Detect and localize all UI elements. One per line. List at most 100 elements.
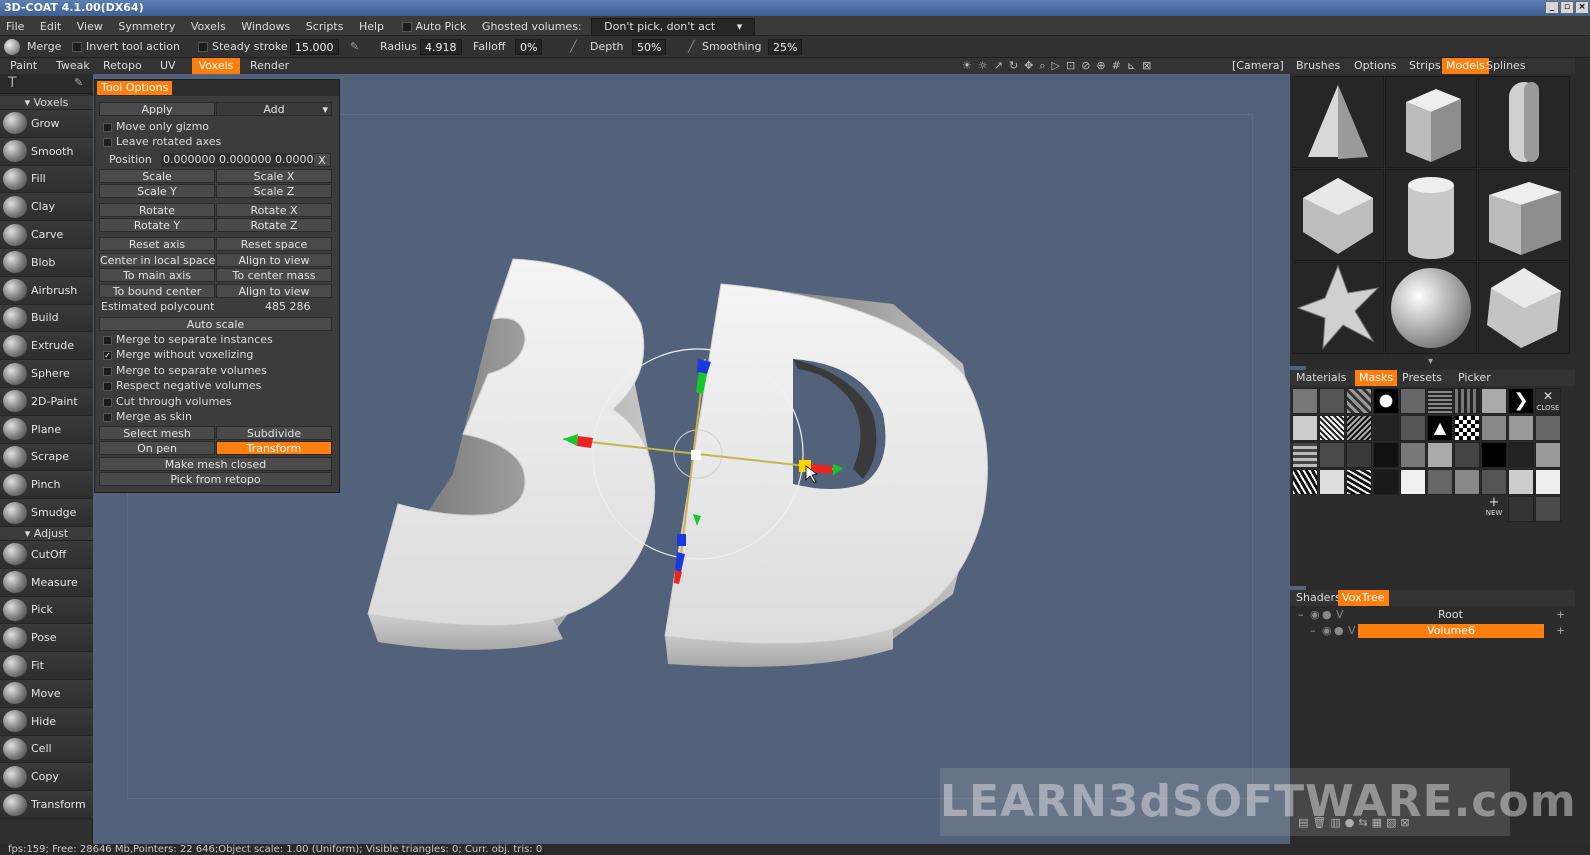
auto-pick-toggle[interactable]: Auto Pick [394,17,473,37]
checkbox[interactable] [103,366,112,376]
tab-voxels[interactable]: Voxels [192,58,240,74]
position-field[interactable]: 0.000000 0.000000 0.000000 [161,153,327,167]
mask-swatch[interactable] [1292,388,1318,414]
mask-swatch[interactable] [1319,415,1345,441]
merge-icon[interactable] [4,39,20,55]
subdivide-button[interactable]: Subdivide [216,426,332,440]
cut-through-volumes-toggle[interactable]: Cut through volumes [103,395,232,409]
menu-symmetry[interactable]: Symmetry [112,17,181,37]
tool-cutoff[interactable]: CutOff [0,540,93,569]
mask-swatch[interactable] [1400,469,1426,495]
transform-button[interactable]: Transform [216,441,332,455]
mask-swatch[interactable] [1292,415,1318,441]
pick-from-retopo-button[interactable]: Pick from retopo [99,472,332,486]
mask-swatch[interactable] [1454,415,1480,441]
triangle-mask-icon[interactable]: ▲ [1427,415,1453,441]
tool-copy[interactable]: Copy [0,763,93,792]
leave-rotated-axes-toggle[interactable]: Leave rotated axes [103,135,221,149]
tab-tweak[interactable]: Tweak [50,58,96,74]
tool-pose[interactable]: Pose [0,624,93,653]
maximize-icon[interactable]: ▫ [1560,1,1574,14]
mask-swatch[interactable] [1454,469,1480,495]
mask-swatch[interactable] [1400,442,1426,468]
tool-build[interactable]: Build [0,304,93,333]
ghosted-volumes-select[interactable]: Don't pick, don't act ▾ [591,18,756,36]
tab-voxtree[interactable]: VoxTree [1338,590,1389,606]
checkbox[interactable] [103,381,112,391]
voxtree-root-row[interactable]: – ◉ ● V Root + [1298,608,1568,622]
auto-scale-button[interactable]: Auto scale [99,317,332,331]
checkmark-icon[interactable]: ✓ [103,350,112,360]
mask-swatch[interactable] [1454,442,1480,468]
model-cylinder[interactable] [1385,169,1477,261]
ghost-icon[interactable]: ● [1334,624,1344,638]
tab-brushes[interactable]: Brushes [1292,58,1344,74]
invert-checkbox[interactable] [72,42,82,52]
menu-edit[interactable]: Edit [34,17,67,37]
menu-voxels[interactable]: Voxels [185,17,232,37]
voxtree-volume-row[interactable]: – ◉ ● V Volume6 + [1310,624,1568,638]
to-center-mass-button[interactable]: To center mass [216,268,332,282]
mask-swatch[interactable] [1373,388,1399,414]
mask-swatch[interactable] [1346,388,1372,414]
invert-tool-toggle[interactable]: Invert tool action [72,36,180,58]
tab-paint[interactable]: Paint [4,58,43,74]
mask-swatch[interactable] [1535,469,1561,495]
radius-value[interactable]: 4.918 [420,39,462,55]
checkbox[interactable] [103,412,112,422]
depth-pen-icon[interactable]: ╱ [570,36,577,58]
tool-blob[interactable]: Blob [0,248,93,277]
menu-view[interactable]: View [71,17,109,37]
tool-clay[interactable]: Clay [0,193,93,222]
mask-swatch[interactable] [1427,388,1453,414]
tab-picker[interactable]: Picker [1454,370,1495,386]
mask-swatch[interactable] [1481,388,1507,414]
mask-swatch[interactable] [1373,469,1399,495]
mask-swatch[interactable] [1508,469,1534,495]
on-pen-button[interactable]: On pen [99,441,215,455]
tab-shaders[interactable]: Shaders [1292,590,1345,606]
tab-options[interactable]: Options [1350,58,1400,74]
steady-stroke-value[interactable]: 15.000 [290,39,339,55]
tool-fill[interactable]: Fill [0,165,93,194]
merge-as-skin-toggle[interactable]: Merge as skin [103,410,192,424]
tool-cell[interactable]: Cell [0,735,93,764]
mask-swatch[interactable] [1346,469,1372,495]
mask-swatch[interactable] [1292,442,1318,468]
tool-fit[interactable]: Fit [0,652,93,680]
voxels-section-header[interactable]: ▾ Voxels [0,96,93,110]
add-layer-icon[interactable]: + [1556,624,1565,638]
mask-swatch[interactable] [1481,469,1507,495]
merge-separate-instances-toggle[interactable]: Merge to separate instances [103,333,273,347]
checkbox[interactable] [103,137,112,147]
depth-value[interactable]: 50% [632,39,667,55]
make-mesh-closed-button[interactable]: Make mesh closed [99,457,332,471]
mask-swatch[interactable] [1427,442,1453,468]
steady-checkbox[interactable] [198,42,208,52]
chevron-down-icon[interactable]: ▾ [1428,356,1433,367]
tool-extrude[interactable]: Extrude [0,332,93,361]
mask-swatch[interactable] [1319,442,1345,468]
tool-airbrush[interactable]: Airbrush [0,276,93,305]
center-local-space-button[interactable]: Center in local space [99,253,215,267]
model-dodecahedron[interactable] [1292,169,1384,261]
mask-swatch[interactable] [1319,469,1345,495]
mask-swatch[interactable] [1508,496,1534,522]
checkbox[interactable] [103,397,112,407]
checkbox[interactable] [103,122,112,132]
checkbox[interactable] [103,335,112,345]
mask-swatch[interactable] [1292,469,1318,495]
tool-smudge[interactable]: Smudge [0,499,93,527]
adjust-section-header[interactable]: ▾ Adjust [0,526,93,541]
falloff-value[interactable]: 0% [515,39,543,55]
add-select[interactable]: Add ▾ [216,102,332,116]
tab-presets[interactable]: Presets [1398,370,1446,386]
tool-move[interactable]: Move [0,679,93,708]
menu-help[interactable]: Help [353,17,390,37]
tool-measure[interactable]: Measure [0,568,93,597]
mask-swatch[interactable] [1508,442,1534,468]
tab-retopo[interactable]: Retopo [97,58,148,74]
eye-icon[interactable]: ◉ [1310,608,1320,622]
reset-space-button[interactable]: Reset space [216,237,332,251]
voxtree-root-label[interactable]: Root [1438,608,1463,622]
